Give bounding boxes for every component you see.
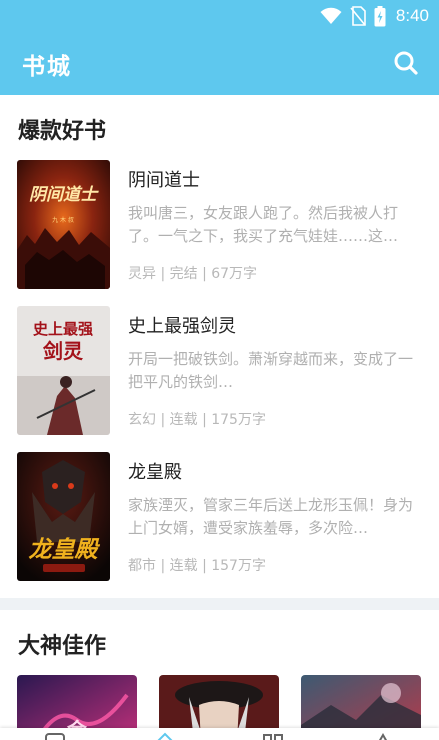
status-icons: 8:40 — [320, 5, 429, 27]
book-meta: 灵异 | 完结 | 67万字 — [128, 266, 258, 282]
svg-text:九 木 叔: 九 木 叔 — [52, 216, 74, 224]
book-meta: 玄幻 | 连载 | 175万字 — [128, 412, 266, 428]
no-sim-icon — [350, 6, 366, 26]
svg-text:剑灵: 剑灵 — [42, 339, 84, 363]
book-description: 家族湮灭，管家三年后送上龙形玉佩！身为上门女婿，遭受家族羞辱，多次险… — [128, 496, 414, 537]
book-item[interactable]: 史上最强 剑灵 史上最强剑灵 开局一把破铁剑。萧渐穿越而来，变成了一把平凡的铁剑… — [0, 306, 439, 436]
cover-title: 阴间道士 — [29, 185, 99, 205]
section-title-great-works: 大神佳作 — [18, 634, 107, 659]
bookshelf-icon[interactable] — [45, 732, 65, 740]
book-item[interactable]: 龙皇殿 龙皇殿 家族湮灭，管家三年后送上龙形玉佩！身为上门女婿，遭受家族羞辱，多… — [0, 452, 439, 582]
book-cover: 龙皇殿 — [17, 452, 110, 581]
page-title: 书城 — [22, 54, 72, 80]
status-bar: 8:40 — [0, 0, 439, 32]
section-divider — [0, 598, 439, 610]
search-icon — [394, 51, 418, 75]
book-title: 阴间道士 — [128, 170, 200, 191]
book-item[interactable]: 阴间道士 九 木 叔 阴间道士 我叫唐三，女友跟人跑了。然后我被人打了。一气之下… — [0, 160, 439, 290]
cover-title: 龙皇殿 — [29, 536, 101, 563]
category-icon[interactable] — [263, 732, 283, 740]
app-header: 书城 — [0, 32, 439, 95]
cover-title: 史上最强 — [33, 320, 93, 338]
battery-charging-icon — [374, 5, 386, 26]
bottom-tab-bar — [0, 728, 439, 740]
book-cover: 阴间道士 九 木 叔 — [17, 160, 110, 289]
book-description: 开局一把破铁剑。萧渐穿越而来，变成了一把平凡的铁剑… — [128, 350, 414, 391]
bookstore-icon[interactable] — [155, 732, 175, 740]
status-time: 8:40 — [395, 6, 429, 25]
wifi-icon — [320, 7, 342, 24]
book-meta: 都市 | 连载 | 157万字 — [128, 558, 266, 574]
search-button[interactable] — [391, 48, 421, 78]
book-cover: 史上最强 剑灵 — [17, 306, 110, 435]
book-title: 史上最强剑灵 — [128, 316, 236, 337]
screen: 8:40 书城 爆款好书 阴间道士 九 木 叔 阴间道士 我叫唐三，女友跟人跑了… — [0, 0, 439, 740]
section-title-hot-books: 爆款好书 — [18, 119, 107, 144]
book-title: 龙皇殿 — [128, 462, 182, 483]
book-description: 我叫唐三，女友跟人跑了。然后我被人打了。一气之下，我买了充气娃娃……这… — [128, 204, 399, 245]
profile-icon[interactable] — [373, 732, 393, 740]
